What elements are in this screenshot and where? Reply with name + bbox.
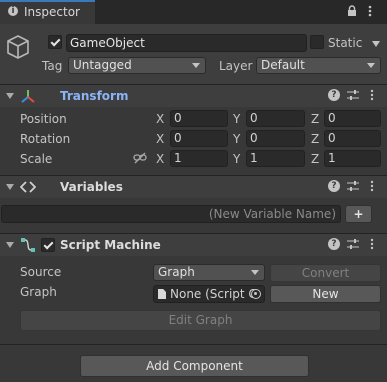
tab-label: Inspector	[24, 5, 80, 19]
foldout-arrow-icon[interactable]	[6, 93, 14, 99]
edit-graph-button[interactable]: Edit Graph	[20, 310, 381, 331]
transform-title: Transform	[60, 89, 129, 103]
rotation-label: Rotation	[20, 132, 71, 146]
add-component-button[interactable]: Add Component	[80, 355, 309, 377]
preset-icon[interactable]	[347, 238, 359, 250]
scale-z-axis[interactable]: Z	[311, 151, 319, 167]
help-icon[interactable]: ?	[328, 89, 340, 101]
layer-label: Layer	[219, 59, 253, 73]
static-checkbox[interactable]	[310, 35, 324, 49]
rotation-z-field[interactable]: 0	[324, 130, 381, 147]
new-graph-button[interactable]: New	[270, 285, 381, 303]
tab-inspector[interactable]: i Inspector	[0, 0, 95, 24]
position-label: Position	[20, 112, 67, 126]
layer-dropdown[interactable]: Default	[256, 57, 381, 74]
divider	[0, 344, 387, 345]
script-machine-icon	[20, 237, 36, 253]
position-z-axis[interactable]: Z	[311, 111, 319, 127]
scale-label: Scale	[20, 152, 53, 166]
position-x-field[interactable]: 0	[170, 110, 228, 127]
new-variable-placeholder: (New Variable Name)	[208, 207, 336, 221]
add-variable-button[interactable]: +	[345, 205, 372, 223]
rotation-z-axis[interactable]: Z	[311, 131, 319, 147]
static-dropdown-icon[interactable]	[372, 41, 380, 47]
file-icon	[158, 289, 166, 299]
position-y-field[interactable]: 0	[246, 110, 305, 127]
position-z-field[interactable]: 0	[324, 110, 381, 127]
component-menu-icon[interactable]	[370, 180, 374, 194]
graph-value: None (Script G	[170, 287, 258, 301]
layer-value: Default	[261, 58, 305, 72]
constrain-proportions-icon[interactable]	[133, 152, 147, 164]
component-menu-icon[interactable]	[370, 238, 374, 252]
help-icon[interactable]: ?	[328, 238, 340, 250]
graph-object-field[interactable]: None (Script G	[153, 285, 265, 303]
position-x-axis[interactable]: X	[156, 111, 164, 127]
info-icon: i	[8, 6, 18, 16]
source-dropdown[interactable]: Graph	[153, 264, 265, 281]
rotation-x-axis[interactable]: X	[156, 131, 164, 147]
chevron-down-icon	[367, 63, 375, 68]
gameobject-header	[0, 24, 387, 84]
variables-icon	[19, 180, 37, 194]
more-menu-icon[interactable]	[368, 4, 372, 18]
lock-icon[interactable]	[347, 5, 357, 17]
rotation-y-field[interactable]: 0	[246, 130, 305, 147]
rotation-x-field[interactable]: 0	[170, 130, 228, 147]
source-value: Graph	[158, 265, 195, 279]
tag-dropdown[interactable]: Untagged	[68, 57, 206, 74]
scale-z-field[interactable]: 1	[324, 150, 381, 167]
foldout-arrow-icon[interactable]	[6, 184, 14, 190]
scale-y-field[interactable]: 1	[246, 150, 305, 167]
scale-x-field[interactable]: 1	[170, 150, 228, 167]
foldout-arrow-icon[interactable]	[6, 242, 14, 248]
chevron-down-icon	[192, 63, 200, 68]
graph-label: Graph	[20, 285, 57, 299]
component-menu-icon[interactable]	[370, 89, 374, 103]
tag-value: Untagged	[73, 58, 132, 72]
script-machine-enabled-checkbox[interactable]	[41, 238, 55, 252]
convert-button[interactable]: Convert	[270, 264, 381, 282]
transform-icon	[20, 88, 36, 104]
object-picker-icon[interactable]	[251, 289, 261, 299]
static-label: Static	[328, 36, 363, 50]
tag-label: Tag	[42, 59, 63, 73]
gameobject-cube-icon	[6, 34, 30, 60]
chevron-down-icon	[251, 270, 259, 275]
active-checkbox[interactable]	[48, 35, 62, 49]
position-y-axis[interactable]: Y	[233, 111, 240, 127]
preset-icon[interactable]	[347, 89, 359, 101]
scale-y-axis[interactable]: Y	[233, 151, 240, 167]
scale-x-axis[interactable]: X	[156, 151, 164, 167]
new-variable-name-field[interactable]: (New Variable Name)	[1, 205, 341, 223]
gameobject-name-field[interactable]: GameObject	[66, 34, 307, 52]
rotation-y-axis[interactable]: Y	[233, 131, 240, 147]
help-icon[interactable]: ?	[328, 180, 340, 192]
variables-title: Variables	[60, 180, 123, 194]
source-label: Source	[20, 265, 62, 279]
script-machine-title: Script Machine	[60, 238, 161, 252]
preset-icon[interactable]	[347, 180, 359, 192]
